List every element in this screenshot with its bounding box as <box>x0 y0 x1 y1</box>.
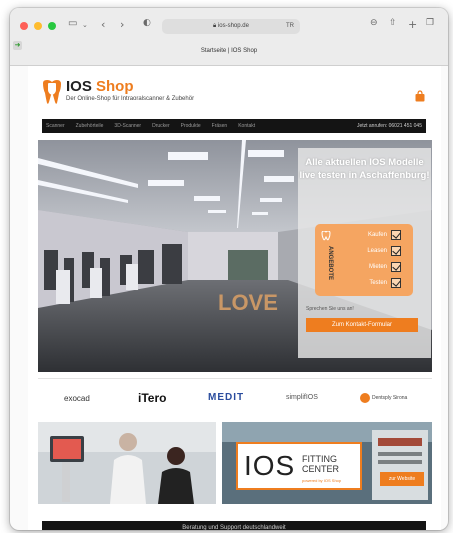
love-floor-sign: LOVE <box>218 290 278 315</box>
dentsply-sirona-icon <box>360 393 370 403</box>
nav-item-products[interactable]: Produkte <box>181 123 201 129</box>
download-icon[interactable]: ⊖ <box>370 18 378 28</box>
promo-title: Alle aktuellen IOS Modelle live testen i… <box>299 157 430 181</box>
chevron-down-icon[interactable]: ⌄ <box>82 21 88 29</box>
fitting-center-text: FITTING CENTER <box>302 454 340 474</box>
nav-item-milling[interactable]: Fräsen <box>212 123 228 129</box>
privacy-shield-icon[interactable]: ◐ <box>143 18 151 28</box>
checkbox-checked[interactable] <box>391 278 401 288</box>
share-icon[interactable]: ⇧ <box>389 18 397 28</box>
contact-form-button[interactable]: Zum Kontakt-Formular <box>306 318 418 332</box>
partner-logos: exocad iTero MEDIT simplifIOS Dentsply S… <box>38 385 432 415</box>
brand-tagline: Der Online-Shop für Intraoralscanner & Z… <box>66 96 195 102</box>
new-tab-icon[interactable]: + <box>408 18 417 31</box>
website-button[interactable]: zur Website <box>380 472 424 486</box>
brand-name[interactable]: IOS Shop <box>66 78 134 95</box>
browser-toolbar: ▭ ⌄ ‹ › ◐ 🔒︎ ios-shop.de TR ⊖ ⇧ + ❐ ➜ St… <box>10 8 448 66</box>
consultation-photo <box>38 422 216 504</box>
nav-item-printer[interactable]: Drucker <box>152 123 170 129</box>
nav-item-accessories[interactable]: Zubehörteile <box>76 123 104 129</box>
feature-cards: IOS FITTING CENTER powered by IOS Shop z… <box>38 422 432 504</box>
promo-overlay: Alle aktuellen IOS Modelle live testen i… <box>298 148 431 358</box>
nav-item-scanner[interactable]: Scanner <box>46 123 65 129</box>
fitting-center-sign: IOS FITTING CENTER powered by IOS Shop <box>236 442 362 490</box>
sidebar-icon[interactable]: ▭ <box>68 18 77 29</box>
tooth-outline-icon <box>321 231 331 241</box>
partner-logo-exocad[interactable]: exocad <box>64 394 90 403</box>
nav-phone-link[interactable]: Jetzt anrufen: 06021 451 045 <box>357 123 422 129</box>
partner-logo-dentsply[interactable]: Dentsply Sirona <box>372 395 407 401</box>
shopping-bag-icon[interactable] <box>414 90 426 102</box>
offer-checklist: ANGEBOTE Kaufen Leasen Mieten Testen <box>315 224 413 296</box>
main-navigation: Scanner Zubehörteile 3D-Scanner Drucker … <box>42 119 426 133</box>
hero-banner: LOVE Alle aktuellen IOS Modelle live tes… <box>38 140 432 372</box>
partner-logo-itero[interactable]: iTero <box>138 391 166 405</box>
browser-window: ▭ ⌄ ‹ › ◐ 🔒︎ ios-shop.de TR ⊖ ⇧ + ❐ ➜ St… <box>10 8 448 530</box>
translate-button[interactable]: TR <box>286 19 294 34</box>
web-page: IOS Shop Der Online-Shop für Intraoralsc… <box>28 66 441 530</box>
checkbox-checked[interactable] <box>391 230 401 240</box>
fitting-center-card[interactable]: IOS FITTING CENTER powered by IOS Shop z… <box>222 422 432 504</box>
tooth-logo-icon[interactable] <box>40 79 64 105</box>
back-icon[interactable]: ‹ <box>101 18 105 31</box>
forward-icon[interactable]: › <box>120 18 124 31</box>
url-text: ios-shop.de <box>217 23 249 29</box>
checkbox-checked[interactable] <box>391 262 401 272</box>
consultation-card[interactable] <box>38 422 216 504</box>
tab-overview-icon[interactable]: ❐ <box>426 18 434 28</box>
section-divider <box>38 378 432 379</box>
check-row-buy[interactable]: Kaufen <box>347 230 407 240</box>
fitting-center-ios: IOS <box>244 450 296 481</box>
offers-side-label: ANGEBOTE <box>327 246 333 281</box>
maximize-button[interactable] <box>48 22 56 30</box>
partner-logo-simplifios[interactable]: simplifIOS <box>286 394 318 401</box>
nav-item-contact[interactable]: Kontakt <box>238 123 255 129</box>
promo-cta-text: Sprechen Sie uns an! <box>306 306 354 312</box>
tab-title[interactable]: Startseite | IOS Shop <box>10 48 448 54</box>
close-button[interactable] <box>20 22 28 30</box>
minimize-button[interactable] <box>34 22 42 30</box>
fitting-center-powered: powered by IOS Shop <box>302 478 342 483</box>
address-bar[interactable]: 🔒︎ ios-shop.de TR <box>162 19 300 34</box>
check-row-rent[interactable]: Mieten <box>347 262 407 272</box>
checkbox-checked[interactable] <box>391 246 401 256</box>
check-row-lease[interactable]: Leasen <box>347 246 407 256</box>
window-controls <box>20 22 56 30</box>
support-banner: Beratung und Support deutschlandweit <box>42 521 426 530</box>
check-row-test[interactable]: Testen <box>347 278 407 288</box>
nav-item-3d-scanner[interactable]: 3D-Scanner <box>114 123 141 129</box>
partner-logo-medit[interactable]: MEDIT <box>208 392 244 403</box>
